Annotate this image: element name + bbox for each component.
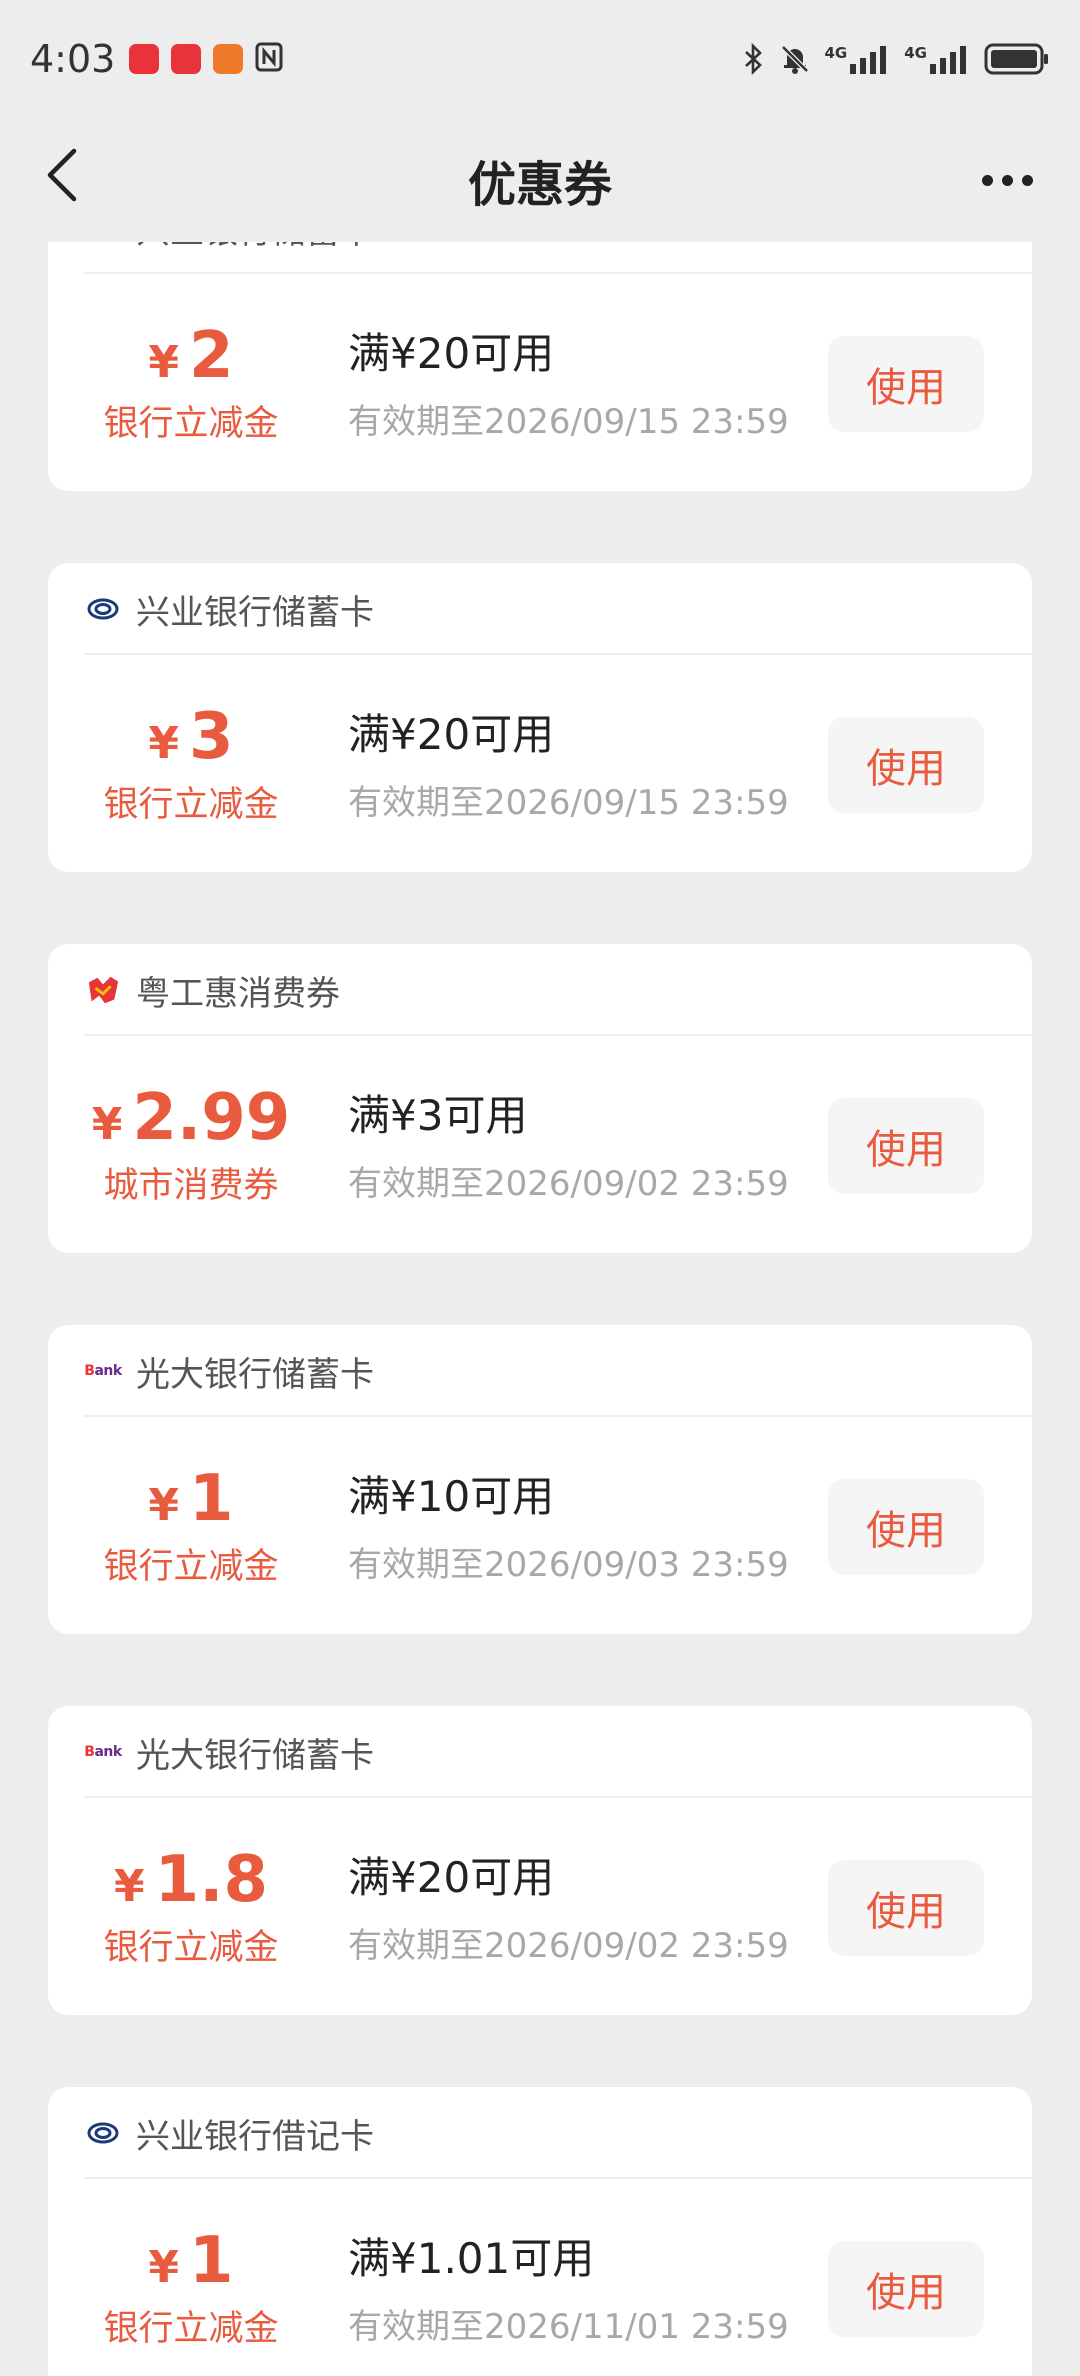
coupon-card-header: Bank 光大银行储蓄卡 [48, 1706, 1032, 1798]
use-coupon-button[interactable]: 使用 [828, 2241, 984, 2337]
coupon-card-body: ¥ 3 银行立减金 满¥20可用 有效期至2026/09/15 23:59 使用 [48, 655, 1032, 872]
battery-icon [984, 42, 1050, 76]
coupon-card-body: ¥ 1.8 银行立减金 满¥20可用 有效期至2026/09/02 23:59 … [48, 1798, 1032, 2015]
more-options-button[interactable] [972, 160, 1042, 200]
page-header: 优惠券 [0, 118, 1080, 242]
coupon-validity: 有效期至2026/09/02 23:59 [348, 1926, 789, 1966]
currency-symbol: ¥ [148, 337, 180, 388]
coupon-validity: 有效期至2026/09/15 23:59 [348, 783, 789, 823]
coupon-condition: 满¥20可用 [348, 710, 555, 759]
coupon-card-header: 兴业银行储蓄卡 [48, 242, 1032, 274]
cib-logo [86, 2116, 120, 2150]
coupon-list-viewport[interactable]: 兴业银行储蓄卡 ¥ 2 银行立减金 满¥20可用 有效期至2026/09/15 … [0, 242, 1080, 2376]
coupon-type: 银行立减金 [103, 1928, 279, 1968]
coupon-type: 银行立减金 [103, 1547, 279, 1587]
coupon-amount: ¥ 1.8 银行立减金 [48, 1798, 334, 2015]
huawei-app-icon [129, 44, 160, 74]
bank-logo: Bank [84, 1363, 122, 1379]
issuer-name: 兴业银行借记卡 [136, 2116, 374, 2157]
use-coupon-button[interactable]: 使用 [828, 717, 984, 813]
orange-app-icon [213, 44, 244, 74]
issuer-name: 粤工惠消费券 [136, 973, 340, 1014]
coupon-card-header: Bank 光大银行储蓄卡 [48, 1325, 1032, 1417]
coupon-list: 兴业银行储蓄卡 ¥ 2 银行立减金 满¥20可用 有效期至2026/09/15 … [48, 242, 1032, 2376]
coupon-amount: ¥ 1 银行立减金 [48, 1417, 334, 1634]
issuer-name: 光大银行储蓄卡 [136, 1735, 374, 1776]
issuer-name: 光大银行储蓄卡 [136, 1354, 374, 1395]
currency-symbol: ¥ [91, 1099, 123, 1150]
nfc-icon [255, 42, 283, 76]
cib-logo [86, 592, 120, 626]
coupon-card-header: 兴业银行储蓄卡 [48, 563, 1032, 655]
coupon-type: 银行立减金 [103, 404, 279, 444]
coupon-card-body: ¥ 1 银行立减金 满¥1.01可用 有效期至2026/11/01 23:59 … [48, 2179, 1032, 2376]
coupon-value: 1 [189, 1462, 234, 1536]
coupon-card-header: 粤工惠消费券 [48, 944, 1032, 1036]
coupon-type: 银行立减金 [103, 785, 279, 825]
mute-bell-icon [779, 43, 811, 75]
coupon-value: 1 [189, 2224, 234, 2298]
coupon-condition: 满¥1.01可用 [348, 2234, 595, 2283]
issuer-name: 兴业银行储蓄卡 [136, 242, 374, 253]
more-dots-icon [981, 174, 993, 186]
status-time: 4:03 [30, 37, 116, 81]
bluetooth-icon [743, 43, 765, 75]
use-coupon-button[interactable]: 使用 [828, 1098, 984, 1194]
cib-logo [86, 242, 120, 245]
coupon-amount: ¥ 2 银行立减金 [48, 274, 334, 491]
coupon-amount: ¥ 3 银行立减金 [48, 655, 334, 872]
coupon-type: 银行立减金 [103, 2309, 279, 2349]
bank-logo: Bank [84, 1744, 122, 1760]
signal-4g-icon: 4G [825, 44, 891, 74]
use-coupon-button[interactable]: 使用 [828, 1860, 984, 1956]
coupon-value: 2.99 [132, 1081, 291, 1155]
status-bar: 4:03 4G 4G [0, 0, 1080, 118]
coupon-amount: ¥ 1 银行立减金 [48, 2179, 334, 2376]
coupon-condition: 满¥10可用 [348, 1472, 555, 1521]
coupon-validity: 有效期至2026/11/01 23:59 [348, 2307, 789, 2347]
coupon-condition: 满¥20可用 [348, 329, 555, 378]
coupon-card-body: ¥ 2 银行立减金 满¥20可用 有效期至2026/09/15 23:59 使用 [48, 274, 1032, 491]
currency-symbol: ¥ [148, 718, 180, 769]
huawei-app-icon [171, 44, 202, 74]
signal-4g-icon: 4G [904, 44, 970, 74]
use-coupon-button[interactable]: 使用 [828, 1479, 984, 1575]
coupon-card-body: ¥ 1 银行立减金 满¥10可用 有效期至2026/09/03 23:59 使用 [48, 1417, 1032, 1634]
coupon-value: 3 [189, 700, 234, 774]
coupon-validity: 有效期至2026/09/02 23:59 [348, 1164, 789, 1204]
coupon-card[interactable]: Bank 光大银行储蓄卡 ¥ 1.8 银行立减金 满¥20可用 有效期至2026… [48, 1706, 1032, 2015]
coupon-card[interactable]: 兴业银行储蓄卡 ¥ 2 银行立减金 满¥20可用 有效期至2026/09/15 … [48, 242, 1032, 491]
coupon-value: 1.8 [154, 1843, 268, 1917]
network-type-2: 4G [904, 44, 927, 62]
coupon-card[interactable]: 兴业银行借记卡 ¥ 1 银行立减金 满¥1.01可用 有效期至2026/11/0… [48, 2087, 1032, 2376]
status-indicators: 4G 4G [743, 42, 1051, 76]
coupon-card[interactable]: Bank 光大银行储蓄卡 ¥ 1 银行立减金 满¥10可用 有效期至2026/0… [48, 1325, 1032, 1634]
coupon-validity: 有效期至2026/09/03 23:59 [348, 1545, 789, 1585]
issuer-name: 兴业银行储蓄卡 [136, 592, 374, 633]
coupon-amount: ¥ 2.99 城市消费券 [48, 1036, 334, 1253]
back-button[interactable] [44, 140, 104, 210]
coupon-validity: 有效期至2026/09/15 23:59 [348, 402, 789, 442]
coupon-condition: 满¥20可用 [348, 1853, 555, 1902]
coupon-value: 2 [189, 319, 234, 393]
currency-symbol: ¥ [148, 2242, 180, 2293]
coupon-card[interactable]: 粤工惠消费券 ¥ 2.99 城市消费券 满¥3可用 有效期至2026/09/02… [48, 944, 1032, 1253]
coupon-card-body: ¥ 2.99 城市消费券 满¥3可用 有效期至2026/09/02 23:59 … [48, 1036, 1032, 1253]
coupon-condition: 满¥3可用 [348, 1091, 528, 1140]
yuegonghui-logo [86, 973, 120, 1007]
coupon-type: 城市消费券 [103, 1166, 279, 1206]
page-title: 优惠券 [467, 157, 612, 213]
chevron-left-icon [47, 148, 77, 202]
coupon-card[interactable]: 兴业银行储蓄卡 ¥ 3 银行立减金 满¥20可用 有效期至2026/09/15 … [48, 563, 1032, 872]
coupon-card-header: 兴业银行借记卡 [48, 2087, 1032, 2179]
network-type-1: 4G [824, 44, 848, 62]
currency-symbol: ¥ [148, 1480, 180, 1531]
currency-symbol: ¥ [114, 1861, 145, 1912]
use-coupon-button[interactable]: 使用 [828, 336, 984, 432]
